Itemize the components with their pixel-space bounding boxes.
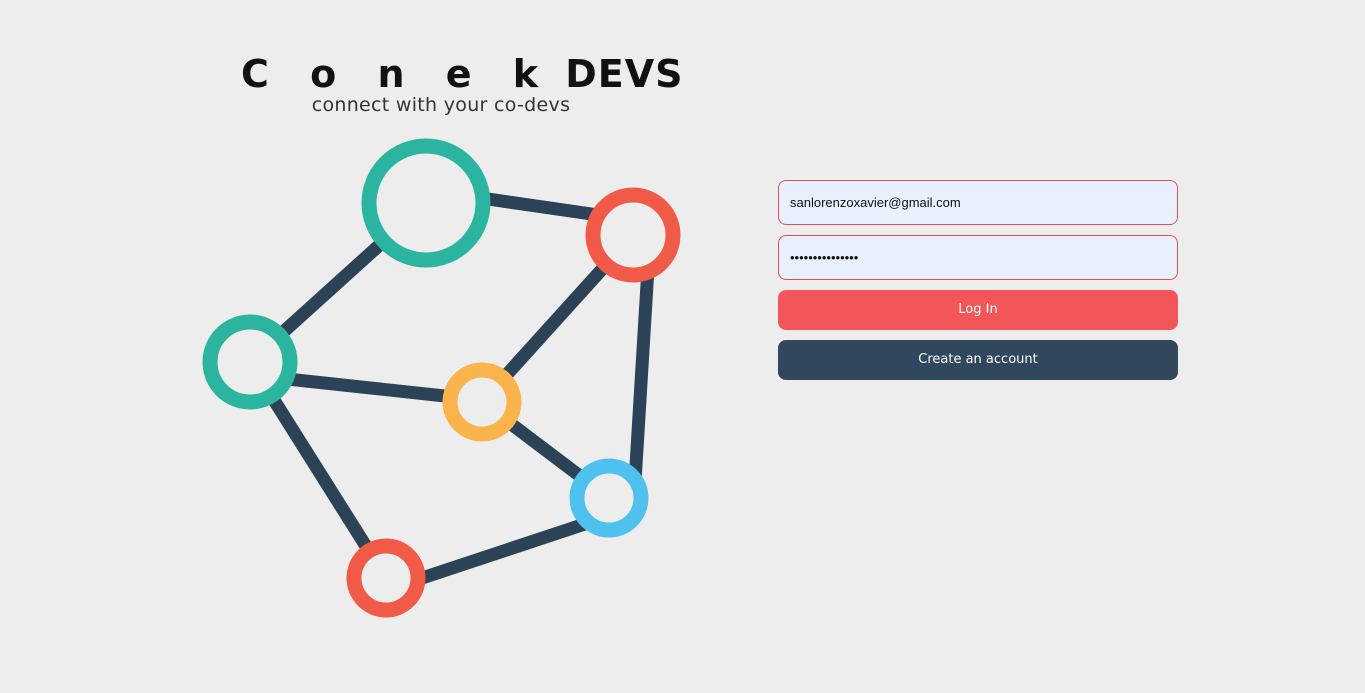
login-page: C o n e k DEVS connect with your co-devs… [0,0,1365,693]
node-top-teal [361,138,491,268]
app-title-suffix: DEVS [565,52,684,96]
node-blue [569,458,649,538]
email-field[interactable] [778,180,1178,225]
node-yellow [442,362,522,442]
app-title-prefix: C o n e k [241,52,553,96]
network-nodes [202,138,681,618]
login-form: Log In Create an account [778,180,1178,380]
password-field[interactable] [778,235,1178,280]
network-graph-illustration [202,138,681,618]
create-account-button[interactable]: Create an account [778,340,1178,380]
app-title: C o n e k DEVS [241,50,683,98]
node-top-red [585,187,681,283]
node-bottom-red [346,538,426,618]
node-left-teal [202,314,298,410]
login-button[interactable]: Log In [778,290,1178,330]
brand-header: C o n e k DEVS connect with your co-devs [241,50,683,116]
